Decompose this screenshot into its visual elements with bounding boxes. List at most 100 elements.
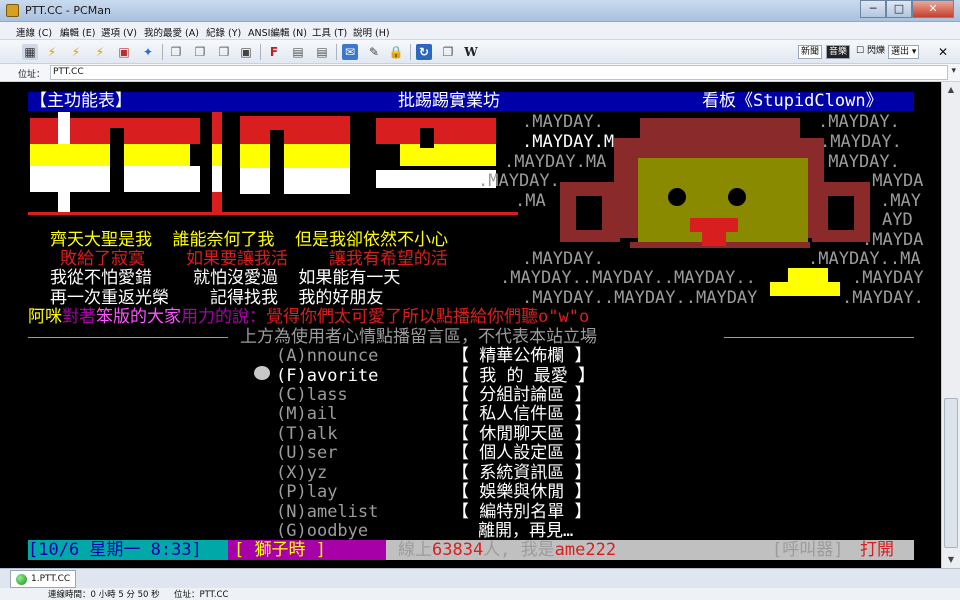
online-count: 63834 [432, 540, 484, 560]
toolbar: ▦ ⚡ ⚡ ⚡ ▣ ✦ ❐ ❐ ❐ ▣ F ▤ ▤ ✉ ✎ 🔒 ↻ ❐ W 新聞… [0, 40, 960, 64]
news-button[interactable]: 新聞 [798, 45, 823, 59]
signature-user: 阿咪 [28, 307, 62, 327]
menu-item-goodbye[interactable]: (G)oodbye [276, 521, 368, 541]
toolbar-separator [410, 44, 411, 60]
mayday-line: .MA [515, 191, 546, 211]
menu-favorites[interactable]: 我的最愛 (A) [144, 25, 199, 39]
lyric-line: 敗給了寂寞 如果要讓我活 讓我有希望的活 [60, 249, 448, 269]
notice-text: 上方為使用者心情點播留言區，不代表本站立場 [240, 327, 597, 347]
menu-tools[interactable]: 工具 (T) [312, 25, 347, 39]
toolbar-separator [260, 44, 261, 60]
lock-icon[interactable]: 🔒 [388, 44, 404, 60]
pin-icon[interactable]: ✦ [140, 44, 156, 60]
menu-item-user[interactable]: (U)ser [276, 443, 337, 463]
mayday-line: .MAYDAY..MAYDAY..MAYDAY.. [500, 268, 756, 288]
terminal-screen[interactable]: 【主功能表】 批踢踢實業坊 看板《StupidClown》 .MAYDAY. .… [0, 82, 941, 568]
menu-bar: 連線 (C) 編輯 (E) 選項 (V) 我的最愛 (A) 紀錄 (Y) ANS… [0, 22, 960, 40]
divider [724, 337, 914, 338]
menu-item-mail[interactable]: (M)ail [276, 404, 337, 424]
menu-edit[interactable]: 編輯 (E) [60, 25, 95, 39]
blink-label: 閃爍 [866, 46, 885, 56]
disconnect-icon[interactable]: ⚡ [68, 44, 84, 60]
edit-icon[interactable]: ✎ [366, 44, 382, 60]
menu-item-name: ser [306, 443, 338, 463]
menu-connect[interactable]: 連線 (C) [16, 25, 52, 39]
menu-item-name: yz [306, 463, 328, 483]
menu-item-play[interactable]: (P)lay [276, 482, 337, 502]
lyric-line: 我從不怕愛錯 就怕沒愛過 如果能有一天 [50, 268, 401, 288]
menu-item-key: (F) [276, 366, 307, 386]
paste-icon[interactable]: ❐ [192, 44, 208, 60]
wikipedia-icon[interactable]: W [463, 44, 479, 60]
search-icon[interactable]: ↻ [416, 44, 432, 60]
menu-item-desc: 【 編特別名單 】 [452, 502, 592, 522]
close-tab-icon[interactable]: ✕ [935, 44, 951, 60]
connect-icon[interactable]: ⚡ [44, 44, 60, 60]
menu-item-desc: 【 精華公佈欄 】 [452, 346, 592, 366]
menu-ansi-edit[interactable]: ANSI編輯 (N) [248, 25, 307, 39]
menu-item-key: (C) [276, 385, 307, 405]
menu-item-name: amelist [306, 502, 379, 522]
cursor-indicator [254, 366, 270, 380]
reconnect-icon[interactable]: ⚡ [92, 44, 108, 60]
menu-item-desc: 離開，再見… [478, 521, 574, 541]
select-label: 選出 [891, 47, 910, 57]
username: ame222 [554, 540, 617, 560]
status-bar: 連線時間：0 小時 5 分 50 秒 位址：PTT.CC [0, 588, 960, 600]
mayday-line: .MAYDAY [852, 268, 924, 288]
scroll-up-icon[interactable]: ▲ [942, 82, 960, 98]
terminal-scrollbar[interactable]: ▲ ▼ [941, 82, 960, 568]
connected-icon [16, 574, 27, 585]
menu-item-name: lass [306, 385, 348, 405]
screenshot-icon[interactable]: ▣ [238, 44, 254, 60]
menu-item-favorite[interactable]: (F)avorite [276, 366, 378, 386]
settings-icon[interactable]: ▣ [116, 44, 132, 60]
mayday-line: .MAYDAY..MA [808, 249, 921, 269]
mayday-line: .MAYDAY..MAYDAY..MAYDAY [522, 288, 758, 308]
menu-item-announce[interactable]: (A)nnounce [276, 346, 378, 366]
options-icon[interactable]: ▤ [314, 44, 330, 60]
menu-item-class[interactable]: (C)lass [276, 385, 348, 405]
menu-log[interactable]: 紀錄 (Y) [206, 25, 241, 39]
menu-item-name: avorite [306, 366, 379, 386]
menu-item-talk[interactable]: (T)alk [276, 424, 337, 444]
connect-time: 連線時間：0 小時 5 分 50 秒 [48, 590, 160, 600]
menu-item-key: (M) [276, 404, 307, 424]
menu-item-key: (N) [276, 502, 307, 522]
copy-icon[interactable]: ❐ [168, 44, 184, 60]
address-book-icon[interactable]: ▦ [22, 44, 38, 60]
blink-checkbox[interactable]: ☐ 閃爍 [854, 45, 887, 59]
scroll-thumb[interactable] [944, 398, 958, 548]
tab-bar: 1.PTT.CC [0, 568, 960, 588]
select-dropdown[interactable]: 選出 ▾ [888, 45, 920, 59]
header-center: 批踢踢實業坊 [398, 91, 500, 111]
menu-item-desc: 【 我 的 最愛 】 [452, 366, 595, 386]
mayday-line: .MAYDA [862, 230, 924, 250]
menu-help[interactable]: 說明 (H) [353, 25, 390, 39]
mail-icon[interactable]: ✉ [342, 44, 358, 60]
color-icon[interactable]: ▤ [290, 44, 306, 60]
copy-ansi-icon[interactable]: ❐ [216, 44, 232, 60]
maximize-button[interactable]: □ [886, 0, 912, 18]
chevron-down-icon[interactable]: ▾ [951, 66, 956, 76]
music-button[interactable]: 音樂 [826, 45, 851, 59]
title-bar: PTT.CC - PCMan ─ □ ✕ [0, 0, 960, 22]
page-icon[interactable]: ❐ [440, 44, 456, 60]
menu-item-xyz[interactable]: (X)yz [276, 463, 327, 483]
tab-ptt[interactable]: 1.PTT.CC [10, 570, 76, 588]
menu-item-key: (U) [276, 443, 307, 463]
address-input[interactable]: PTT.CC [50, 65, 948, 80]
mayday-line: .MAYDAY. [818, 112, 900, 132]
app-icon [6, 4, 19, 17]
menu-item-name: lay [306, 482, 338, 502]
font-icon[interactable]: F [266, 44, 282, 60]
mayday-line: .MAYDA [862, 171, 924, 191]
menu-options[interactable]: 選項 (V) [101, 25, 137, 39]
menu-item-key: (T) [276, 424, 307, 444]
online-suffix: 人, 我是 [483, 540, 555, 560]
minimize-button[interactable]: ─ [860, 0, 886, 18]
close-button[interactable]: ✕ [912, 0, 954, 18]
signature-line: 阿咪對著笨版的大家用力的說：覺得你們太可愛了所以點播給你們聽o"w"o [28, 307, 589, 327]
scroll-down-icon[interactable]: ▼ [942, 552, 960, 568]
menu-item-namelist[interactable]: (N)amelist [276, 502, 378, 522]
